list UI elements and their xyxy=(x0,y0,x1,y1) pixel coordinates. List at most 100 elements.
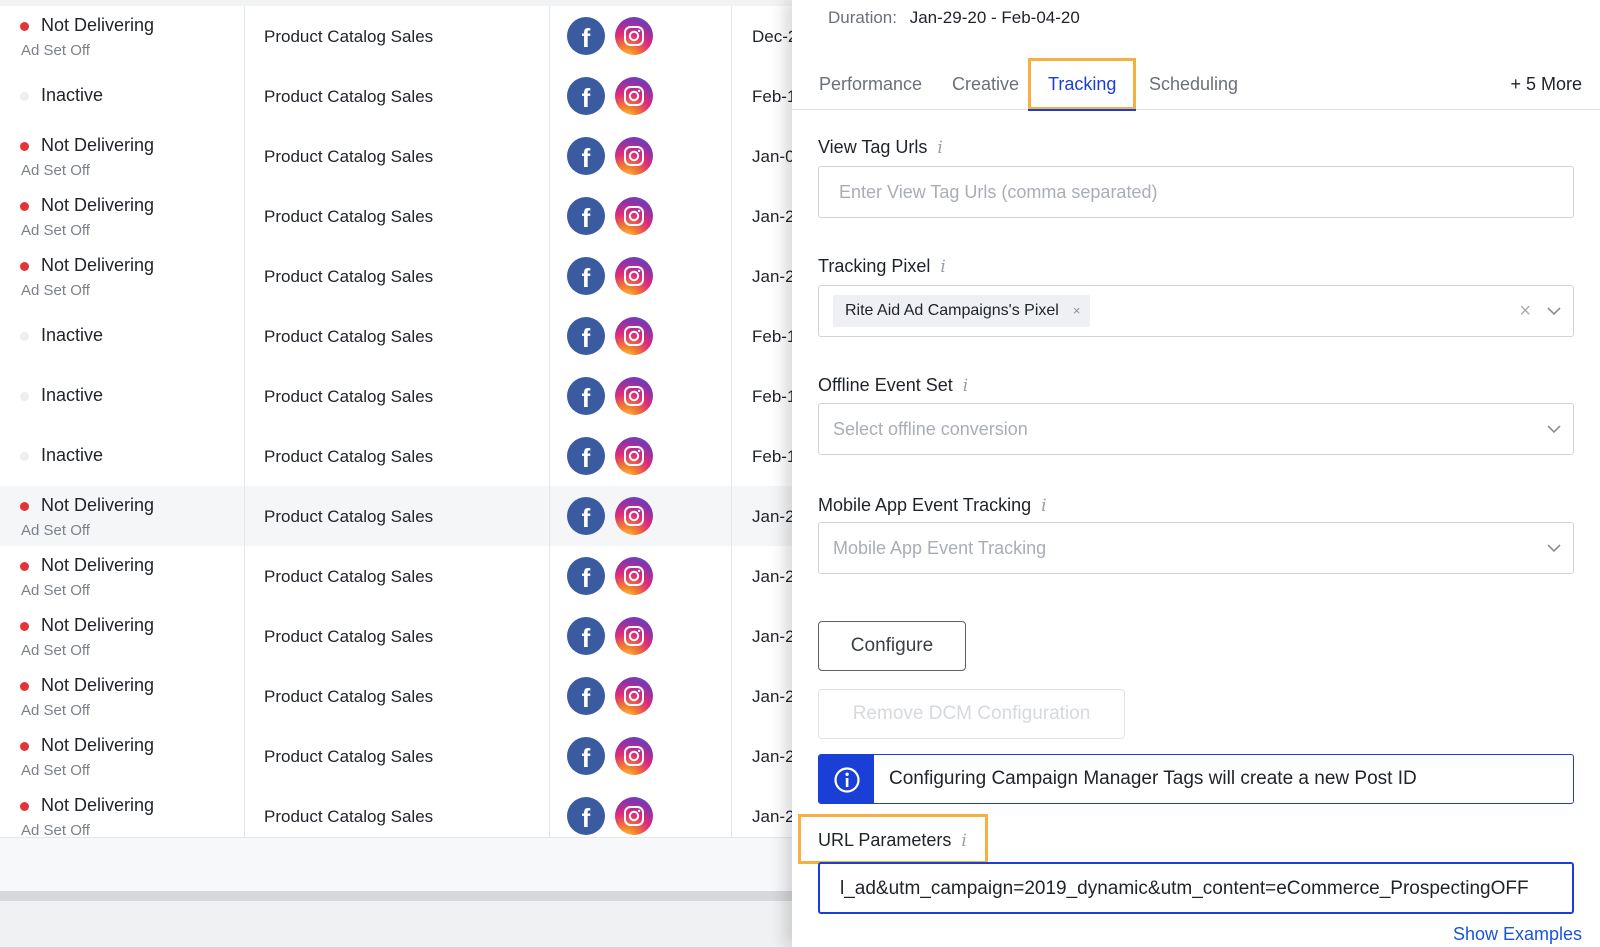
date-cell: Feb-1 xyxy=(732,366,792,427)
date-cell: Jan-2 xyxy=(732,246,792,307)
more-tabs-button[interactable]: + 5 More xyxy=(1510,58,1582,110)
date-cell: Jan-2 xyxy=(732,186,792,247)
info-icon[interactable]: i xyxy=(1041,496,1046,516)
objective-label: Product Catalog Sales xyxy=(264,567,434,586)
objective-label: Product Catalog Sales xyxy=(264,807,434,826)
status-cell: Not Delivering Ad Set Off xyxy=(0,666,245,727)
objective-cell: Product Catalog Sales xyxy=(245,726,550,787)
facebook-icon: f xyxy=(567,617,605,655)
instagram-icon xyxy=(615,257,653,295)
url-parameters-input[interactable]: l_ad&utm_campaign=2019_dynamic&utm_conte… xyxy=(818,862,1574,914)
tab-performance[interactable]: Performance xyxy=(819,58,922,110)
channels-cell: f xyxy=(550,666,732,727)
channels-cell: f xyxy=(550,726,732,787)
channels-cell: f xyxy=(550,606,732,667)
view-tag-urls-label: View Tag Urls i xyxy=(818,137,943,158)
mobile-app-event-select[interactable]: Mobile App Event Tracking xyxy=(818,522,1574,574)
instagram-icon xyxy=(615,377,653,415)
table-row[interactable]: Inactive Product Catalog Sales f Feb-1 xyxy=(0,66,792,127)
tab-scheduling[interactable]: Scheduling xyxy=(1149,58,1238,110)
instagram-icon xyxy=(615,557,653,595)
horizontal-scrollbar[interactable] xyxy=(0,891,792,901)
clear-icon[interactable]: × xyxy=(1519,300,1531,323)
status-cell: Not Delivering Ad Set Off xyxy=(0,486,245,547)
date-cell: Jan-2 xyxy=(732,606,792,667)
ad-details-panel: Duration: Jan-29-20 - Feb-04-20 Performa… xyxy=(792,0,1600,947)
status-sub-label: Ad Set Off xyxy=(21,582,90,599)
status-dot xyxy=(20,682,29,691)
date-cell: Jan-0 xyxy=(732,126,792,187)
instagram-icon xyxy=(615,17,653,55)
date-label: Jan-2 xyxy=(752,807,792,826)
table-row[interactable]: Not Delivering Ad Set Off Product Catalo… xyxy=(0,186,792,247)
tag-remove-icon[interactable]: × xyxy=(1073,303,1081,318)
table-row[interactable]: Not Delivering Ad Set Off Product Catalo… xyxy=(0,786,792,837)
objective-cell: Product Catalog Sales xyxy=(245,546,550,607)
channels-cell: f xyxy=(550,6,732,67)
objective-cell: Product Catalog Sales xyxy=(245,6,550,67)
objective-cell: Product Catalog Sales xyxy=(245,246,550,307)
status-label: Not Delivering xyxy=(41,795,155,815)
table-row[interactable]: Inactive Product Catalog Sales f Feb-1 xyxy=(0,426,792,487)
tab-tracking[interactable]: Tracking xyxy=(1028,58,1137,111)
info-icon[interactable]: i xyxy=(963,376,968,396)
status-sub-label: Ad Set Off xyxy=(21,762,90,779)
channels-cell: f xyxy=(550,486,732,547)
status-cell: Inactive xyxy=(0,366,245,427)
date-label: Feb-1 xyxy=(752,387,792,406)
date-cell: Feb-1 xyxy=(732,66,792,127)
status-sub-label: Ad Set Off xyxy=(21,702,90,719)
objective-label: Product Catalog Sales xyxy=(264,267,434,286)
facebook-icon: f xyxy=(567,497,605,535)
table-row[interactable]: Not Delivering Ad Set Off Product Catalo… xyxy=(0,546,792,607)
facebook-icon: f xyxy=(567,437,605,475)
objective-label: Product Catalog Sales xyxy=(264,687,434,706)
chevron-down-icon[interactable] xyxy=(1545,420,1563,438)
tab-creative[interactable]: Creative xyxy=(952,58,1019,110)
info-icon[interactable]: i xyxy=(937,138,942,158)
objective-cell: Product Catalog Sales xyxy=(245,366,550,427)
info-circle-icon xyxy=(819,755,874,803)
table-row[interactable]: Not Delivering Ad Set Off Product Catalo… xyxy=(0,666,792,727)
chevron-down-icon[interactable] xyxy=(1545,539,1563,557)
table-row[interactable]: Not Delivering Ad Set Off Product Catalo… xyxy=(0,606,792,667)
info-icon[interactable]: i xyxy=(961,831,966,851)
info-banner-text: Configuring Campaign Manager Tags will c… xyxy=(889,768,1417,789)
view-tag-urls-input[interactable]: Enter View Tag Urls (comma separated) xyxy=(818,166,1574,218)
offline-event-placeholder: Select offline conversion xyxy=(833,419,1028,439)
date-cell: Jan-2 xyxy=(732,666,792,727)
chevron-down-icon[interactable] xyxy=(1545,302,1563,320)
date-label: Jan-2 xyxy=(752,207,792,226)
date-cell: Dec-2 xyxy=(732,6,792,67)
status-label: Not Delivering xyxy=(41,135,155,155)
objective-label: Product Catalog Sales xyxy=(264,147,434,166)
facebook-icon: f xyxy=(567,197,605,235)
info-icon[interactable]: i xyxy=(940,257,945,277)
table-bottom-area xyxy=(0,901,792,947)
objective-label: Product Catalog Sales xyxy=(264,207,434,226)
table-row[interactable]: Inactive Product Catalog Sales f Feb-1 xyxy=(0,366,792,427)
date-label: Jan-2 xyxy=(752,687,792,706)
objective-cell: Product Catalog Sales xyxy=(245,426,550,487)
table-row[interactable]: Inactive Product Catalog Sales f Feb-1 xyxy=(0,306,792,367)
offline-event-set-select[interactable]: Select offline conversion xyxy=(818,403,1574,455)
table-row[interactable]: Not Delivering Ad Set Off Product Catalo… xyxy=(0,726,792,787)
objective-label: Product Catalog Sales xyxy=(264,87,434,106)
status-label: Not Delivering xyxy=(41,15,155,35)
configure-button[interactable]: Configure xyxy=(818,621,966,671)
detail-tabs: Performance Creative Tracking Scheduling xyxy=(792,58,1600,111)
table-row[interactable]: Not Delivering Ad Set Off Product Catalo… xyxy=(0,246,792,307)
status-dot xyxy=(20,22,29,31)
status-label: Not Delivering xyxy=(41,735,155,755)
tracking-pixel-select[interactable]: Rite Aid Ad Campaigns's Pixel × × xyxy=(818,285,1574,337)
date-cell: Feb-1 xyxy=(732,426,792,487)
table-row[interactable]: Not Delivering Ad Set Off Product Catalo… xyxy=(0,126,792,187)
show-examples-link[interactable]: Show Examples xyxy=(1453,924,1582,945)
campaign-table: Not Delivering Ad Set Off Product Catalo… xyxy=(0,0,792,947)
table-row[interactable]: Not Delivering Ad Set Off Product Catalo… xyxy=(0,6,792,67)
date-label: Feb-1 xyxy=(752,447,792,466)
status-dot xyxy=(20,502,29,511)
table-row[interactable]: Not Delivering Ad Set Off Product Catalo… xyxy=(0,486,792,547)
objective-label: Product Catalog Sales xyxy=(264,327,434,346)
instagram-icon xyxy=(615,797,653,835)
